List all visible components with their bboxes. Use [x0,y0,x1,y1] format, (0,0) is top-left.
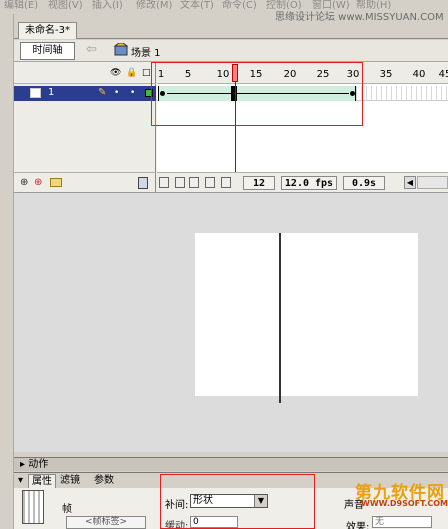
add-layer-icon[interactable]: ⊕ [20,177,32,188]
onion-outline-icon[interactable] [189,177,199,188]
center-frame-icon[interactable] [159,177,169,188]
frames-footer: 12 12.0 fps 0.9s ◀ [157,172,448,192]
menu-insert[interactable]: 插入(I) [92,0,123,12]
stage-canvas[interactable] [195,233,418,403]
modify-onion-markers-icon[interactable] [221,177,231,188]
pencil-icon: ✎ [98,87,107,98]
actions-panel-header[interactable]: ▸ 动作 [14,457,448,471]
timeline-toggle-button[interactable]: 时间轴 [20,42,75,60]
scene-label[interactable]: 场景 1 [131,44,161,59]
menu-edit[interactable]: 编辑(E) [4,0,38,12]
trash-icon[interactable] [138,177,148,189]
menu-text[interactable]: 文本(T) [180,0,214,12]
outline-icon[interactable]: □ [142,68,151,78]
ruler-tick: 40 [412,69,426,80]
effect-label: 效果: [346,522,370,529]
actions-title: ▸ 动作 [20,459,49,470]
scroll-left-icon[interactable]: ◀ [404,176,416,189]
menu-view[interactable]: 视图(V) [48,0,83,12]
tab-filters[interactable]: 滤镜 [60,474,80,487]
layer-icon [30,88,41,98]
collapse-icon[interactable]: ▾ [18,474,23,487]
frame-rate-readout[interactable]: 12.0 fps [281,176,337,190]
lock-dot[interactable]: • [130,88,135,98]
edit-multiple-frames-icon[interactable] [205,177,215,188]
layer-footer: ⊕ ⊕ [14,172,156,192]
document-tab-bar: 未命名-3* [14,21,448,39]
edit-bar: 时间轴 ⇦ 场景 1 [14,40,448,62]
onion-skin-icon[interactable] [175,177,185,188]
tab-parameters[interactable]: 参数 [94,474,114,487]
site-watermark: 第九软件网 WWW.D9SOFT.COM [343,478,448,518]
watermark-url: WWW.D9SOFT.COM [361,499,448,508]
ruler-tick: 35 [379,69,393,80]
horizontal-scrollbar[interactable] [417,176,448,189]
menu-modify[interactable]: 修改(M) [136,0,172,12]
tween-highlight-box [151,62,363,126]
lock-icon[interactable]: 🔒 [126,68,137,78]
frame-label: 帧 [62,504,72,515]
document-tab[interactable]: 未命名-3* [18,22,77,39]
layer-header: 👁 🔒 □ [14,62,156,84]
frame-props-icon [22,490,44,524]
eye-icon[interactable]: 👁 [110,68,121,78]
actions-label: 动作 [28,459,49,470]
tweened-shape[interactable] [279,233,281,403]
left-dock-strip [0,14,14,529]
visibility-dot[interactable]: • [114,88,119,98]
menu-commands[interactable]: 命令(C) [222,0,257,12]
layer-panel: 👁 🔒 □ 1 ✎ • • ⊕ ⊕ [14,62,156,192]
insert-folder-icon[interactable] [50,178,62,187]
add-motion-guide-icon[interactable]: ⊕ [34,177,46,188]
elapsed-time-readout: 0.9s [343,176,385,190]
ruler-tick: 45 [438,69,448,80]
frame-name-input[interactable]: <帧标签> [66,516,146,529]
layer-row[interactable]: 1 ✎ • • [14,86,156,101]
stage-area [14,192,448,452]
tab-properties[interactable]: 属性 [28,474,56,488]
tween-props-highlight-box [160,474,315,529]
scene-icon [114,43,128,56]
current-frame-readout: 12 [243,176,275,190]
layer-name[interactable]: 1 [48,87,54,98]
back-arrow-icon[interactable]: ⇦ [86,42,100,58]
